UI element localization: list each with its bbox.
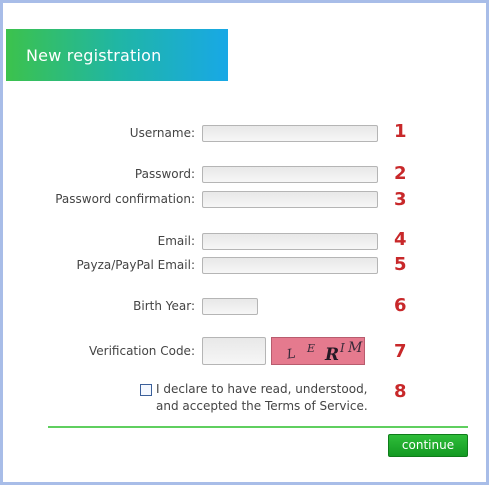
captcha-glyph: E xyxy=(307,342,316,355)
username-label: Username: xyxy=(129,126,195,140)
step-number-3: 3 xyxy=(394,189,407,210)
step-number-1: 1 xyxy=(394,121,407,142)
page-title: New registration xyxy=(26,46,162,65)
username-input[interactable] xyxy=(202,125,378,142)
password-confirmation-input[interactable] xyxy=(202,191,378,208)
step-number-4: 4 xyxy=(394,229,407,250)
birth-year-input[interactable] xyxy=(202,298,258,315)
email-label: Email: xyxy=(157,234,195,248)
step-number-6: 6 xyxy=(394,295,407,316)
step-number-5: 5 xyxy=(394,254,407,275)
step-number-2: 2 xyxy=(394,163,407,184)
terms-line-2: and accepted the Terms of Service. xyxy=(156,399,368,413)
password-label: Password: xyxy=(134,167,195,181)
divider xyxy=(48,426,468,428)
payza-paypal-email-input[interactable] xyxy=(202,257,378,274)
birth-year-label: Birth Year: xyxy=(133,299,195,313)
password-input[interactable] xyxy=(202,166,378,183)
captcha-image: L E R I M xyxy=(271,337,365,365)
email-input[interactable] xyxy=(202,233,378,250)
terms-line-1: I declare to have read, understood, xyxy=(156,382,368,396)
verification-code-input[interactable] xyxy=(202,337,266,365)
step-number-8: 8 xyxy=(394,381,407,402)
payza-paypal-email-label: Payza/PayPal Email: xyxy=(76,258,195,272)
captcha-glyph: M xyxy=(348,340,363,356)
captcha-glyph: L xyxy=(285,346,297,363)
password-confirmation-label: Password confirmation: xyxy=(55,192,195,206)
header-banner: New registration xyxy=(6,29,228,81)
verification-code-label: Verification Code: xyxy=(88,344,195,358)
terms-checkbox[interactable] xyxy=(140,384,152,396)
terms-text: I declare to have read, understood, and … xyxy=(156,381,368,415)
captcha-glyph: I xyxy=(340,341,345,355)
captcha-glyph: R xyxy=(325,345,340,365)
step-number-7: 7 xyxy=(394,341,407,362)
continue-button[interactable]: continue xyxy=(388,434,468,457)
